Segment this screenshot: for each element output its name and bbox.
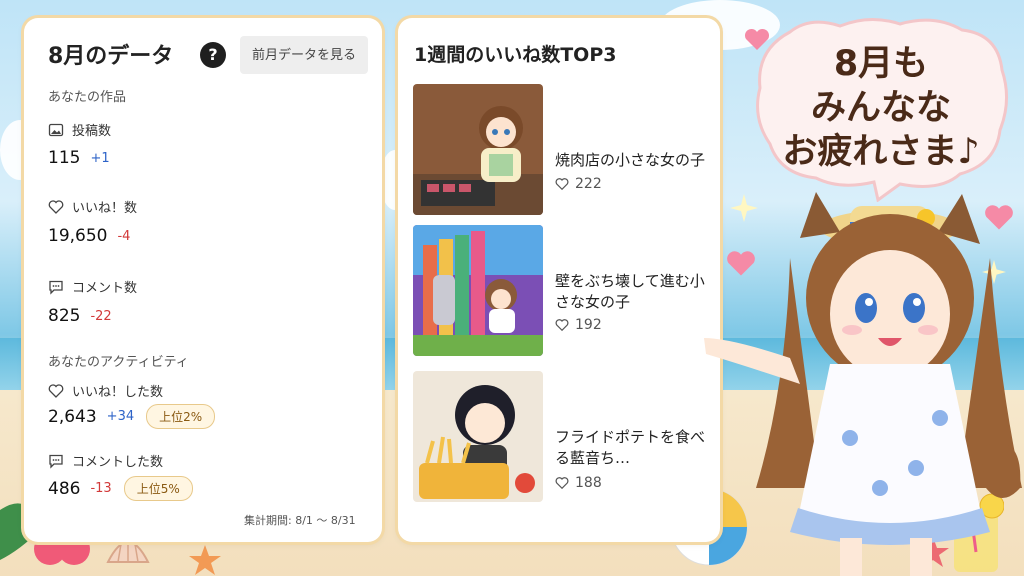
artwork-likes: 188 <box>555 475 602 491</box>
commented-value: 486 <box>48 478 81 499</box>
comments-value: 825 <box>48 306 81 326</box>
comment-icon <box>49 454 63 469</box>
character-illustration <box>704 192 1022 576</box>
banner-line-2: みんなな <box>810 88 951 128</box>
heart-icon <box>48 383 64 398</box>
aggregation-period: 集計期間: 8/1 〜 8/31 <box>244 514 356 527</box>
ranking-item-2[interactable]: 壁をぶち壊して進む小さな女の子 192 <box>413 225 713 359</box>
weekly-top3-card: 1週間のいいね数TOP3 焼肉店の小さな女の子 222 壁をぶち壊して進む小さな… <box>398 18 720 542</box>
page-title: 8月のデータ <box>48 44 174 69</box>
commented-label: コメントした数 <box>72 455 164 470</box>
liked-stat-label: いいね！した数 <box>48 381 163 400</box>
comments-delta: -22 <box>90 308 112 324</box>
liked-label: いいね！した数 <box>72 385 164 400</box>
likes-value: 19,650 <box>48 226 108 246</box>
likes-stat-label: いいね！数 <box>48 197 137 216</box>
commented-delta: -13 <box>90 481 112 496</box>
like-count: 222 <box>575 176 602 192</box>
artwork-thumbnail[interactable] <box>413 84 543 215</box>
speech-bubble: 8月も みんなな お疲れさま♪ <box>750 14 1012 202</box>
commented-rank-badge: 上位5% <box>123 476 193 501</box>
likes-stat: 19,650 -4 <box>48 226 130 246</box>
like-count: 188 <box>575 475 602 491</box>
liked-rank-badge: 上位2% <box>146 404 216 429</box>
heart-icon <box>555 477 569 490</box>
liked-value: 2,643 <box>48 406 97 427</box>
artwork-likes: 192 <box>555 317 602 333</box>
posts-label: 投稿数 <box>72 124 112 139</box>
comments-label: コメント数 <box>72 281 138 296</box>
ranking-item-3[interactable]: フライドポテトを食べる藍音ち… 188 <box>413 371 713 505</box>
starfish-decoration <box>189 545 221 575</box>
posts-stat: 115 +1 <box>48 148 110 168</box>
comments-stat-label: コメント数 <box>48 277 137 296</box>
artwork-likes: 222 <box>555 176 602 192</box>
activity-heading: あなたのアクティビティ <box>48 355 189 370</box>
posts-value: 115 <box>48 148 81 168</box>
commented-stat: 486 -13 上位5% <box>48 476 193 501</box>
banner-line-3: お疲れさま♪ <box>782 132 980 172</box>
posts-delta: +1 <box>90 150 110 166</box>
artwork-title[interactable]: 焼肉店の小さな女の子 <box>555 150 713 171</box>
heart-icon <box>48 199 64 214</box>
like-count: 192 <box>575 317 602 333</box>
liked-delta: +34 <box>106 409 135 424</box>
heart-icon <box>555 319 569 332</box>
artwork-thumbnail[interactable] <box>413 225 543 356</box>
posts-stat-label: 投稿数 <box>48 120 111 139</box>
banner-line-1: 8月も <box>833 44 929 84</box>
likes-label: いいね！数 <box>72 201 138 216</box>
image-icon <box>48 123 64 136</box>
comments-stat: 825 -22 <box>48 306 112 326</box>
commented-stat-label: コメントした数 <box>48 451 163 470</box>
previous-month-button[interactable]: 前月データを見る <box>240 36 368 74</box>
artwork-thumbnail[interactable] <box>413 371 543 502</box>
liked-stat: 2,643 +34 上位2% <box>48 404 216 429</box>
heart-icon <box>555 178 569 191</box>
ranking-item-1[interactable]: 焼肉店の小さな女の子 222 <box>413 84 713 218</box>
top3-title: 1週間のいいね数TOP3 <box>414 44 617 66</box>
comment-icon <box>49 280 63 295</box>
help-icon[interactable]: ? <box>200 42 226 68</box>
your-works-heading: あなたの作品 <box>48 90 127 105</box>
likes-delta: -4 <box>117 228 131 244</box>
